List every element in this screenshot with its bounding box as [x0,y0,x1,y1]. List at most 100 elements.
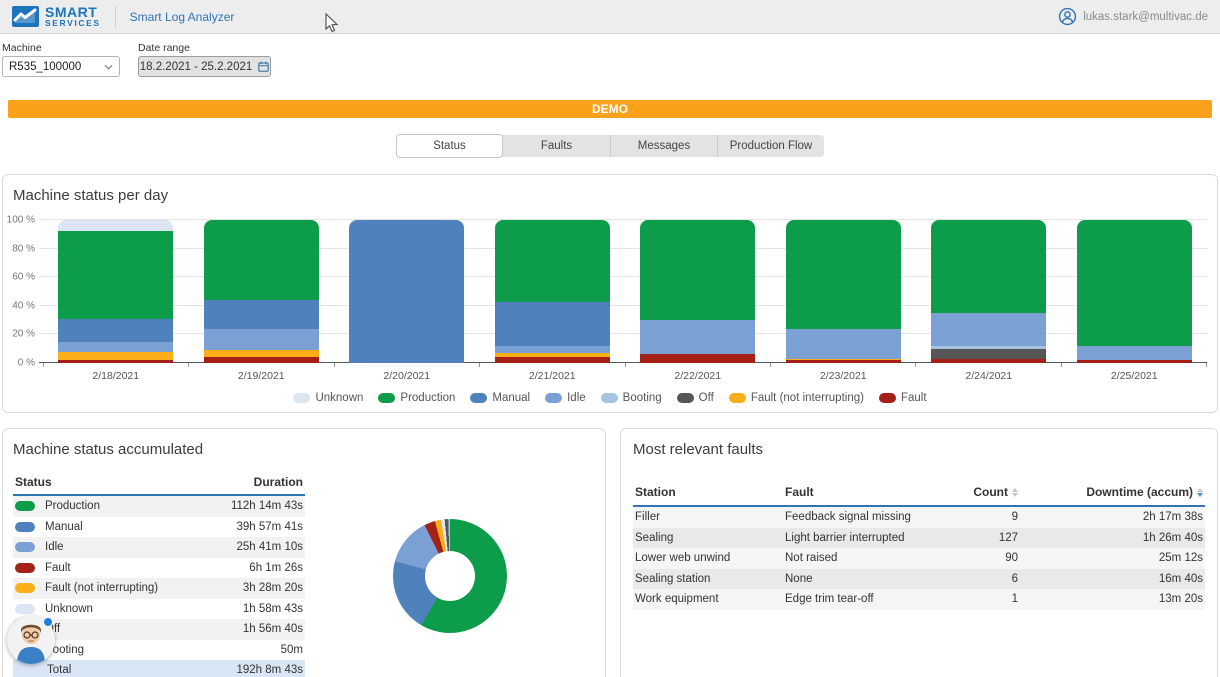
bar-segment-fault-not-interrupting-[interactable] [204,350,319,357]
stacked-bar-2/22/2021[interactable] [640,220,755,363]
stacked-bar-2/19/2021[interactable] [204,220,319,363]
tab-faults[interactable]: Faults [503,135,610,157]
bar-segment-fault[interactable] [931,359,1046,363]
bar-segment-manual[interactable] [495,302,610,346]
status-row-fault[interactable]: Fault6h 1m 26s [13,558,305,579]
bar-segment-production[interactable] [495,220,610,302]
stacked-bar-2/25/2021[interactable] [1077,220,1192,363]
legend-item-manual[interactable]: Manual [470,392,530,404]
stacked-bar-2/20/2021[interactable] [349,220,464,363]
y-tick-label: 100 % [7,215,35,226]
legend-label: Idle [567,392,586,404]
sort-icon[interactable] [1197,488,1203,497]
status-row-unknown[interactable]: Unknown1h 58m 43s [13,599,305,620]
brand-logo[interactable]: SMART SERVICES [12,5,101,28]
chart-card-title: Machine status per day [13,187,1207,204]
legend-item-unknown[interactable]: Unknown [293,392,363,404]
bar-segment-off[interactable] [931,349,1046,359]
bar-segment-fault[interactable] [1077,360,1192,363]
status-accumulated-table: Status Duration Production112h 14m 43sMa… [13,472,305,677]
fault-row-lower-web-unwind[interactable]: Lower web unwindNot raised9025m 12s [633,548,1205,569]
legend-item-idle[interactable]: Idle [545,392,586,404]
legend-swatch [470,393,487,403]
calendar-icon [258,61,269,72]
bar-segment-production[interactable] [640,220,755,320]
bar-segment-manual[interactable] [58,319,173,342]
stacked-bar-2/23/2021[interactable] [786,220,901,363]
status-duration: 39h 57m 41s [237,521,304,533]
brand-text: SMART SERVICES [45,5,101,28]
bar-segment-production[interactable] [931,220,1046,313]
tab-messages[interactable]: Messages [610,135,717,157]
legend-item-production[interactable]: Production [378,392,455,404]
status-row-idle[interactable]: Idle25h 41m 10s [13,537,305,558]
machine-select[interactable]: R535_100000 [2,56,120,77]
date-range-label: Date range [138,42,271,54]
fault-count: 6 [928,573,1018,585]
y-tick-label: 20 % [12,329,35,340]
fault-count: 9 [928,511,1018,523]
top-bar: SMART SERVICES Smart Log Analyzer lukas.… [0,0,1220,34]
stacked-bar-2/24/2021[interactable] [931,220,1046,363]
status-column-header: Status [15,475,52,489]
legend-item-fault-not-interrupting-[interactable]: Fault (not interrupting) [729,392,864,404]
user-account-icon[interactable] [1058,7,1077,26]
bar-segment-fault[interactable] [495,357,610,363]
bar-segment-fault[interactable] [58,360,173,363]
date-range-input[interactable]: 18.2.2021 - 25.2.2021 [138,56,271,77]
bar-segment-idle[interactable] [204,329,319,350]
status-row-booting[interactable]: Booting50m [13,640,305,661]
legend-item-booting[interactable]: Booting [601,392,662,404]
legend-label: Production [400,392,455,404]
bar-segment-idle[interactable] [1077,346,1192,360]
faults-header-downtime-accum-[interactable]: Downtime (accum) [1018,485,1203,499]
fault-station: Filler [635,511,785,523]
legend-item-off[interactable]: Off [677,392,714,404]
legend-swatch [729,393,746,403]
bar-segment-idle[interactable] [786,329,901,359]
app-title: Smart Log Analyzer [130,10,235,24]
bar-segment-idle[interactable] [58,342,173,352]
stacked-bar-2/18/2021[interactable] [58,220,173,363]
fault-row-filler[interactable]: FillerFeedback signal missing92h 17m 38s [633,507,1205,528]
chat-assistant-launcher[interactable] [7,616,55,664]
date-range-filter: Date range 18.2.2021 - 25.2.2021 [138,42,271,77]
bar-segment-idle[interactable] [495,346,610,353]
legend-item-fault[interactable]: Fault [879,392,927,404]
fault-row-work-equipment[interactable]: Work equipmentEdge trim tear-off113m 20s [633,589,1205,610]
legend-swatch [601,393,618,403]
bar-segment-manual[interactable] [204,300,319,329]
user-email[interactable]: lukas.stark@multivac.de [1083,11,1208,23]
bar-segment-manual[interactable] [349,220,464,363]
status-row-production[interactable]: Production112h 14m 43s [13,496,305,517]
status-name: Production [45,500,100,512]
faults-header-label: Downtime (accum) [1086,485,1193,499]
legend-label: Unknown [315,392,363,404]
bar-segment-production[interactable] [204,220,319,300]
bar-segment-idle[interactable] [931,313,1046,346]
bar-segment-fault[interactable] [786,360,901,363]
status-duration: 1h 58m 43s [243,603,303,615]
stacked-bar-2/21/2021[interactable] [495,220,610,363]
bar-segment-production[interactable] [58,231,173,318]
bar-segment-production[interactable] [786,220,901,329]
status-row-fault-not-interrupting-[interactable]: Fault (not interrupting)3h 28m 20s [13,578,305,599]
status-row-manual[interactable]: Manual39h 57m 41s [13,517,305,538]
bar-segment-production[interactable] [1077,220,1192,346]
fault-row-sealing-station[interactable]: Sealing stationNone616m 40s [633,569,1205,590]
status-row-off[interactable]: Off1h 56m 40s [13,619,305,640]
bar-segment-fault[interactable] [204,357,319,363]
bar-segment-fault[interactable] [640,354,755,363]
tab-production-flow[interactable]: Production Flow [717,135,824,157]
tab-status[interactable]: Status [396,134,503,158]
faults-header-count[interactable]: Count [928,485,1018,499]
status-swatch [15,563,35,573]
bar-segment-fault-not-interrupting-[interactable] [58,352,173,361]
faults-card-title: Most relevant faults [633,441,1205,458]
machine-status-accumulated-card: Machine status accumulated Status Durati… [2,428,606,677]
legend-swatch [879,393,896,403]
x-axis-label: 2/22/2021 [625,367,771,382]
bar-segment-unknown[interactable] [58,220,173,231]
fault-row-sealing[interactable]: SealingLight barrier interrupted1271h 26… [633,528,1205,549]
bar-segment-idle[interactable] [640,320,755,354]
